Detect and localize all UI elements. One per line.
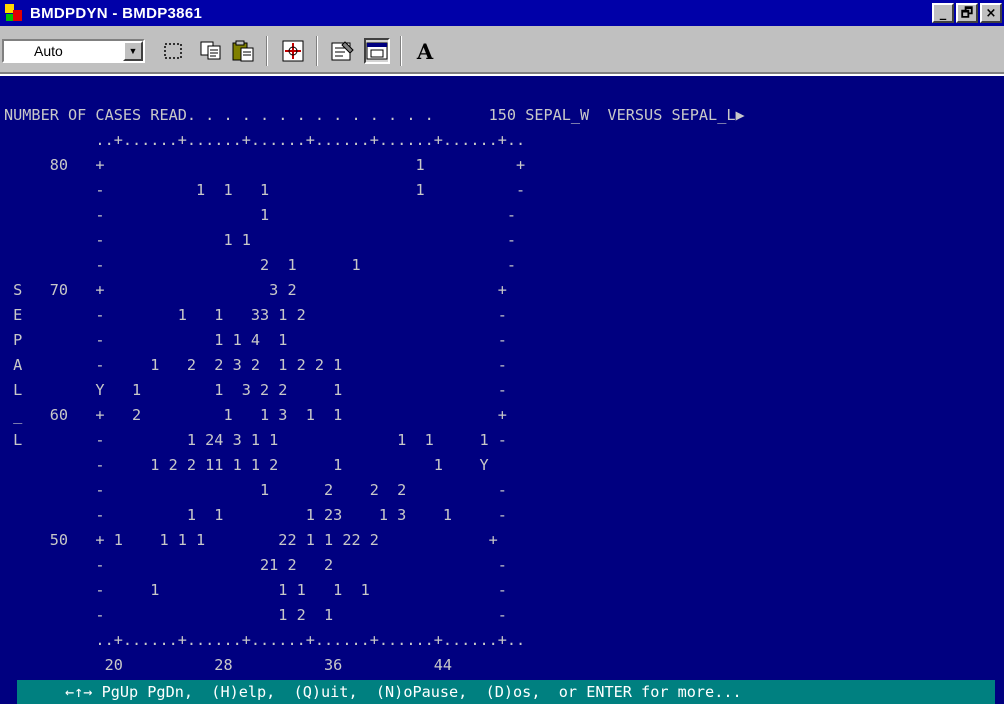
console-line: - 1 2 1 - bbox=[4, 606, 507, 624]
console-line: 80 + 1 + bbox=[4, 156, 526, 174]
maximize-button[interactable]: 🗗 bbox=[956, 3, 978, 23]
console-line: - 21 2 2 - bbox=[4, 556, 507, 574]
console-line: 20 28 36 44 bbox=[4, 656, 453, 674]
font-icon: A bbox=[416, 38, 434, 64]
font-size-select[interactable]: Auto ▼ bbox=[2, 39, 145, 63]
crosshair-icon bbox=[282, 40, 304, 62]
console-output: NUMBER OF CASES READ. . . . . . . . . . … bbox=[0, 74, 1004, 680]
minimize-button[interactable]: _ bbox=[932, 3, 954, 23]
console-line: 50 + 1 1 1 1 22 1 1 22 2 + bbox=[4, 531, 498, 549]
console-line: - 1 1 - bbox=[4, 231, 517, 249]
window-border bbox=[0, 704, 1004, 714]
console-line: - 1 1 1 23 1 3 1 - bbox=[4, 506, 507, 524]
paste-icon bbox=[232, 40, 254, 62]
window-icon bbox=[366, 42, 388, 60]
properties-icon bbox=[331, 41, 354, 61]
close-button[interactable]: × bbox=[980, 3, 1002, 23]
chevron-down-icon[interactable]: ▼ bbox=[123, 41, 143, 61]
console-line: S 70 + 3 2 + bbox=[4, 281, 507, 299]
console-line: E - 1 1 33 1 2 - bbox=[4, 306, 507, 324]
console-line: NUMBER OF CASES READ. . . . . . . . . . … bbox=[4, 106, 745, 124]
console-line: - 1 2 2 2 - bbox=[4, 481, 507, 499]
title-bar[interactable]: BMDPDYN - BMDP3861 _ 🗗 × bbox=[0, 0, 1004, 26]
font-button[interactable]: A bbox=[412, 38, 438, 64]
console-line: - 2 1 1 - bbox=[4, 256, 517, 274]
dashed-rectangle-icon bbox=[164, 43, 182, 59]
window-title: BMDPDYN - BMDP3861 bbox=[30, 4, 203, 22]
toolbar: Auto ▼ A bbox=[0, 26, 1004, 74]
fullscreen-button[interactable] bbox=[280, 38, 306, 64]
console-line: - 1 - bbox=[4, 206, 517, 224]
mark-button[interactable] bbox=[160, 38, 186, 64]
app-icon[interactable] bbox=[4, 3, 24, 23]
paste-button[interactable] bbox=[230, 38, 256, 64]
font-size-value: Auto bbox=[34, 43, 63, 59]
status-bar: ←↑→ PgUp PgDn, (H)elp, (Q)uit, (N)oPause… bbox=[17, 680, 995, 704]
console-line: - 1 1 1 1 - bbox=[4, 181, 526, 199]
console-line: - 1 1 1 1 1 - bbox=[4, 581, 507, 599]
console-line: _ 60 + 2 1 1 3 1 1 + bbox=[4, 406, 507, 424]
window-controls: _ 🗗 × bbox=[932, 3, 1002, 23]
copy-button[interactable] bbox=[198, 38, 224, 64]
background-button[interactable] bbox=[364, 38, 390, 64]
console-line: A - 1 2 2 3 2 1 2 2 1 - bbox=[4, 356, 507, 374]
console-line: ..+......+......+......+......+......+..… bbox=[4, 131, 526, 149]
console-line: P - 1 1 4 1 - bbox=[4, 331, 507, 349]
console-line: - 1 2 2 11 1 1 2 1 1 Y bbox=[4, 456, 489, 474]
console-line: L Y 1 1 3 2 2 1 - bbox=[4, 381, 507, 399]
copy-icon bbox=[200, 41, 221, 60]
properties-button[interactable] bbox=[330, 38, 356, 64]
console-line: ..+......+......+......+......+......+..… bbox=[4, 631, 526, 649]
console-line: L - 1 24 3 1 1 1 1 1 - bbox=[4, 431, 507, 449]
